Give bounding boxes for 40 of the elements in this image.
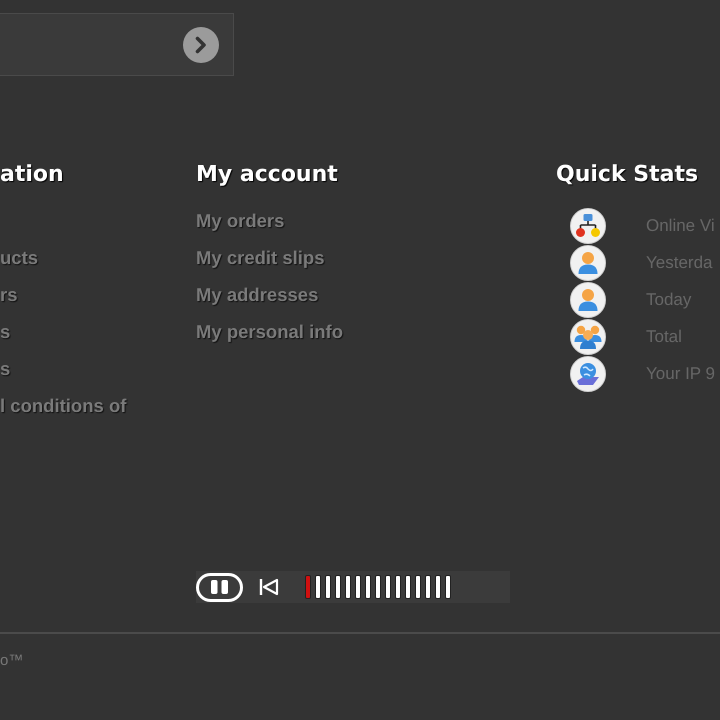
meter-segment bbox=[315, 575, 321, 599]
search-field[interactable] bbox=[0, 13, 234, 76]
footer-link[interactable]: My orders bbox=[196, 206, 284, 234]
meter-segment bbox=[385, 575, 391, 599]
meter-segment bbox=[325, 575, 331, 599]
meter-segment bbox=[365, 575, 371, 599]
meter-segment bbox=[355, 575, 361, 599]
meter-segment bbox=[415, 575, 421, 599]
meter-segment bbox=[425, 575, 431, 599]
meter-segment bbox=[445, 575, 451, 599]
level-meter[interactable] bbox=[305, 575, 451, 599]
meter-segment bbox=[395, 575, 401, 599]
meter-segment bbox=[345, 575, 351, 599]
chevron-right-icon bbox=[195, 36, 207, 54]
meter-segment bbox=[405, 575, 411, 599]
previous-icon bbox=[259, 577, 279, 597]
submit-button[interactable] bbox=[183, 26, 219, 62]
footer-link[interactable]: ucts bbox=[0, 244, 38, 272]
footer-link[interactable]: My credit slips bbox=[196, 244, 325, 272]
meter-segment bbox=[375, 575, 381, 599]
users-icon bbox=[570, 318, 606, 354]
footer-link[interactable]: My personal info bbox=[196, 318, 343, 346]
footer-link[interactable]: My addresses bbox=[196, 280, 318, 308]
user-icon bbox=[570, 244, 606, 280]
block-heading: My account bbox=[196, 161, 338, 189]
pause-icon bbox=[211, 580, 228, 594]
footer-link[interactable]: rs bbox=[0, 280, 18, 308]
globe-icon bbox=[570, 356, 606, 392]
copyright-text: o™ bbox=[0, 650, 24, 671]
meter-segment bbox=[335, 575, 341, 599]
previous-button[interactable] bbox=[259, 577, 279, 597]
footer-link[interactable]: s bbox=[0, 354, 10, 382]
pause-button[interactable] bbox=[196, 572, 243, 602]
meter-segment bbox=[435, 575, 441, 599]
block-heading: ation bbox=[0, 161, 64, 189]
network-icon bbox=[570, 208, 606, 244]
footer-link[interactable]: s bbox=[0, 318, 10, 346]
user-icon bbox=[570, 282, 606, 318]
block-heading: Quick Stats bbox=[556, 161, 698, 189]
footer-link[interactable]: l conditions of bbox=[0, 392, 126, 420]
